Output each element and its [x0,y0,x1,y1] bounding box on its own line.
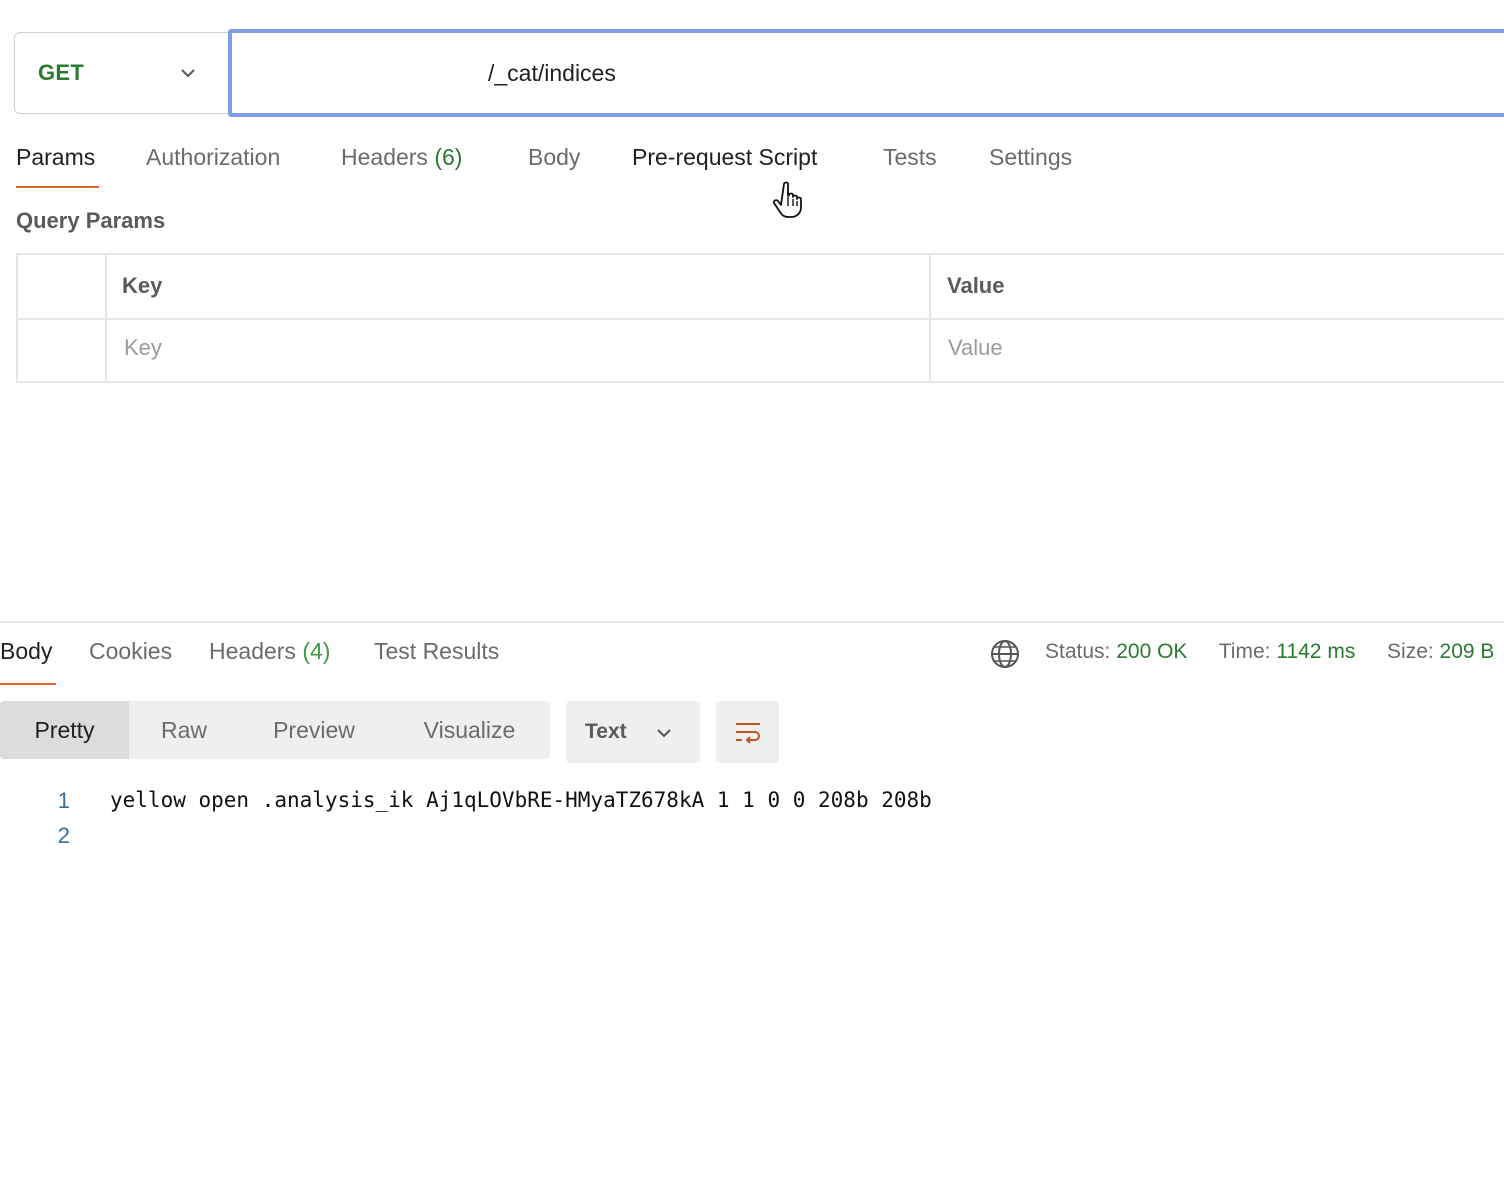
chevron-down-icon [657,729,671,738]
time-value[interactable]: 1142 ms [1276,640,1355,663]
response-meta: Status: 200 OK Time: 1142 ms Size: 209 B [1045,640,1494,664]
active-tab-indicator [16,186,99,188]
status-value[interactable]: 200 OK [1116,640,1187,663]
request-tabs: Params Authorization Headers (6) Body Pr… [0,140,1504,190]
tab-label: Settings [989,144,1073,170]
format-select[interactable]: Text [566,701,700,763]
view-mode-preview[interactable]: Preview [239,701,389,759]
tab-label: Test Results [374,638,500,664]
tab-authorization[interactable]: Authorization [146,144,280,171]
code-line: 1 yellow open .analysis_ik Aj1qLOVbRE-HM… [0,788,1504,822]
tab-body[interactable]: Body [528,144,580,171]
wrap-lines-button[interactable] [716,701,779,763]
size-label: Size: [1387,640,1434,663]
response-tab-headers[interactable]: Headers (4) [209,638,330,665]
status-label: Status: [1045,640,1111,663]
globe-icon[interactable] [989,638,1021,670]
tab-label: Headers [341,144,428,170]
line-number: 1 [57,788,70,813]
column-header-value: Value [947,273,1005,298]
tab-count: (6) [434,144,463,170]
response-tab-cookies[interactable]: Cookies [89,638,172,665]
tab-label: Body [528,144,581,170]
response-divider[interactable] [0,621,1504,623]
url-field[interactable] [228,29,1504,117]
app-root: GET Params Authorization Headers (6) Bod… [0,0,1504,1202]
tab-settings[interactable]: Settings [989,144,1072,171]
chevron-down-icon [181,69,195,78]
view-mode-raw[interactable]: Raw [129,701,239,759]
time-label: Time: [1218,640,1271,663]
format-label: Text [585,720,627,743]
tab-label: Params [16,144,96,170]
column-header-key: Key [122,273,163,298]
table-divider [18,318,1504,320]
tab-pre-request-script[interactable]: Pre-request Script [632,144,817,171]
method-label: GET [38,60,85,85]
query-params-title: Query Params [16,208,166,233]
size-value[interactable]: 209 B [1440,640,1495,663]
line-number: 2 [57,823,70,848]
param-value-input[interactable] [948,333,1504,363]
response-tab-body[interactable]: Body [0,638,52,665]
tab-label: Body [0,638,53,664]
tab-tests[interactable]: Tests [883,144,937,171]
tab-label: Cookies [89,638,173,664]
tab-params[interactable]: Params [16,144,95,171]
view-mode-pretty[interactable]: Pretty [0,701,129,759]
url-input[interactable] [488,55,1388,91]
code-line: 2 [0,823,1504,857]
param-key-input[interactable] [124,333,904,363]
view-mode-visualize[interactable]: Visualize [389,701,550,759]
query-params-table: Key Value [16,253,1504,383]
tab-label: Pre-request Script [632,144,818,170]
tab-label: Headers [209,638,296,664]
tab-label: Authorization [146,144,281,170]
active-response-tab-indicator [0,683,56,685]
tab-label: Tests [883,144,937,170]
response-tab-test-results[interactable]: Test Results [374,638,499,665]
wrap-lines-icon [735,723,760,744]
method-select[interactable]: GET [14,32,230,114]
tab-headers[interactable]: Headers (6) [341,144,462,171]
tab-count: (4) [302,638,331,664]
line-text: yellow open .analysis_ik Aj1qLOVbRE-HMya… [110,788,932,812]
view-mode-toggle: Pretty Raw Preview Visualize [0,701,550,759]
